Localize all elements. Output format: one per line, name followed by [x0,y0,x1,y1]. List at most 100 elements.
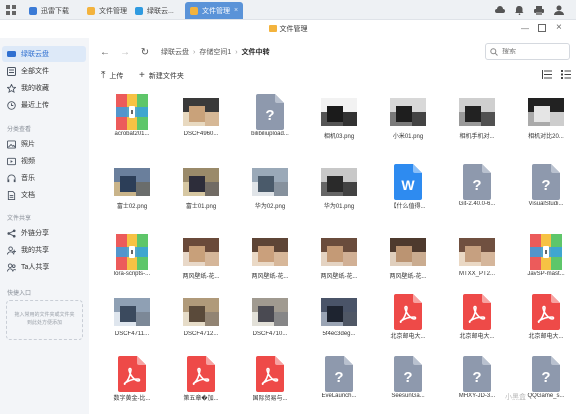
app-tab-icon [29,6,37,15]
file-item[interactable]: DSCF4710... [238,294,302,358]
upload-button[interactable]: ⤒ 上传 [101,69,123,82]
file-item[interactable]: 第五章�加... [169,356,233,420]
file-name: DSCF4710... [252,331,288,337]
file-item[interactable]: 相机03.png [307,94,371,158]
app-tab[interactable]: 文件管理 [82,2,128,19]
file-item[interactable]: 国际贸易与... [238,356,302,420]
file-item[interactable]: lora-scripts-... [100,234,164,298]
sidebar-item[interactable]: 视频 [2,153,86,169]
sidebar-item[interactable]: 外链分享 [2,225,86,241]
system-taskbar: 迅雷下载 文件管理 绿联云... 文件管理 × [0,0,576,20]
file-item[interactable]: 5f4ec3deg... [307,294,371,358]
category-section-title: 分类查看 [7,127,32,133]
search-input[interactable] [502,48,568,55]
plus-icon: + [139,70,145,81]
file-name: EveLaunch... [321,393,357,399]
file-item[interactable]: DSCF4712... [169,294,233,358]
unknown-file-icon: ? [390,356,426,392]
file-item[interactable]: 北京邮电大... [376,294,440,358]
file-name: 5f4ec3deg... [322,331,356,337]
file-item[interactable]: ? QQGame_s... [514,356,576,420]
quick-access-dropzone[interactable]: 拖入常用的文件夹或文件夹到此处方便添加 [6,300,83,340]
maximize-icon[interactable] [538,24,546,32]
file-item[interactable]: ? VisualStudi... [514,164,576,228]
tab-close-icon[interactable]: × [234,7,238,14]
file-item[interactable]: 北京邮电大... [445,294,509,358]
file-item[interactable]: JavSP-mast... [514,234,576,298]
file-item[interactable]: 两风壁纸-花... [376,234,440,298]
file-item[interactable]: 华为02.png [238,164,302,228]
file-grid: acrobat201... DSCF4960...? bilibiliupload.… [89,94,576,414]
sidebar-item[interactable]: 绿联云盘 [2,46,86,62]
file-item[interactable]: ? SeesunGa... [376,356,440,420]
image-thumbnail [321,94,357,130]
file-item[interactable]: 两风壁纸-花... [238,234,302,298]
file-name: DSCF4711... [114,331,150,337]
sidebar-item[interactable]: 我的收藏 [2,80,86,96]
svg-text:?: ? [334,369,343,386]
file-item[interactable]: 两风壁纸-花... [307,234,371,298]
file-item[interactable]: DSCF4711... [100,294,164,358]
image-thumbnail [252,164,288,200]
file-item[interactable]: 数字黄金-比... [100,356,164,420]
app-tab[interactable]: 绿联云... [130,2,182,19]
breadcrumb-item[interactable]: 绿联云盘 [161,47,189,57]
file-item[interactable]: 北京邮电大... [514,294,576,358]
desktop-grid-icon[interactable] [4,3,18,17]
file-name: 【什么值得... [390,204,426,210]
sidebar-item[interactable]: Ta人共享 [2,259,86,275]
cloud-sync-icon[interactable] [492,3,506,17]
sidebar-item[interactable]: 照片 [2,136,86,152]
minimize-icon[interactable]: — [521,24,529,33]
file-item[interactable]: 华为01.png [307,164,371,228]
list-view-icon[interactable] [560,69,571,80]
sidebar-item[interactable]: 我的共享 [2,242,86,258]
file-name: 国际贸易与... [252,396,288,402]
notification-bell-icon[interactable] [512,3,526,17]
refresh-icon[interactable]: ↻ [139,46,151,58]
file-item[interactable]: 相机手机对... [445,94,509,158]
pdf-file-icon [528,294,564,330]
close-icon[interactable]: × [556,22,562,33]
file-item[interactable]: W 【什么值得... [376,164,440,228]
file-name: Git-2.40.0-6... [458,201,496,207]
unknown-file-icon: ? [252,94,288,130]
file-item[interactable]: 富士01.png [169,164,233,228]
file-item[interactable]: 两风壁纸-花... [169,234,233,298]
image-thumbnail [390,234,426,270]
file-item[interactable]: MTXX_PT2... [445,234,509,298]
file-name: 数字黄金-比... [113,396,151,402]
breadcrumb-item[interactable]: 存储空间1 [199,47,231,57]
search-box[interactable] [485,43,570,60]
app-tab[interactable]: 迅雷下载 [24,2,79,19]
star-icon [7,83,16,93]
svg-text:?: ? [472,177,481,194]
sort-icon[interactable] [541,69,552,80]
file-item[interactable]: 富士02.png [100,164,164,228]
svg-text:?: ? [403,369,412,386]
app-tab[interactable]: 文件管理 × [185,2,243,19]
printer-icon[interactable] [532,3,546,17]
user-avatar-icon[interactable] [552,3,566,17]
sidebar-item[interactable]: 最近上传 [2,97,86,113]
file-item[interactable]: ? bilibiliupload... [238,94,302,158]
file-item[interactable]: ? Git-2.40.0-6... [445,164,509,228]
word-file-icon: W [390,164,426,200]
file-item[interactable]: acrobat201... [100,94,164,158]
file-item[interactable]: ? EveLaunch... [307,356,371,420]
sidebar-item[interactable]: 音乐 [2,170,86,186]
file-name: 小米01.png [392,134,424,140]
back-arrow-icon[interactable]: ← [99,46,111,58]
file-item[interactable]: 小米01.png [376,94,440,158]
file-name: 两风壁纸-花... [251,274,289,280]
share-section-title: 文件共享 [7,216,32,222]
file-item[interactable]: DSCF4960... [169,94,233,158]
app-tab-icon [190,6,198,15]
sidebar-item[interactable]: 全部文件 [2,63,86,79]
sidebar-item[interactable]: 文档 [2,187,86,203]
file-item[interactable]: ? MHXY-JD-3... [445,356,509,420]
file-item[interactable]: 相机对比20... [514,94,576,158]
file-name: 相机03.png [323,134,355,140]
new-folder-button[interactable]: + 新建文件夹 [139,69,184,82]
forward-arrow-icon[interactable]: → [119,46,131,58]
